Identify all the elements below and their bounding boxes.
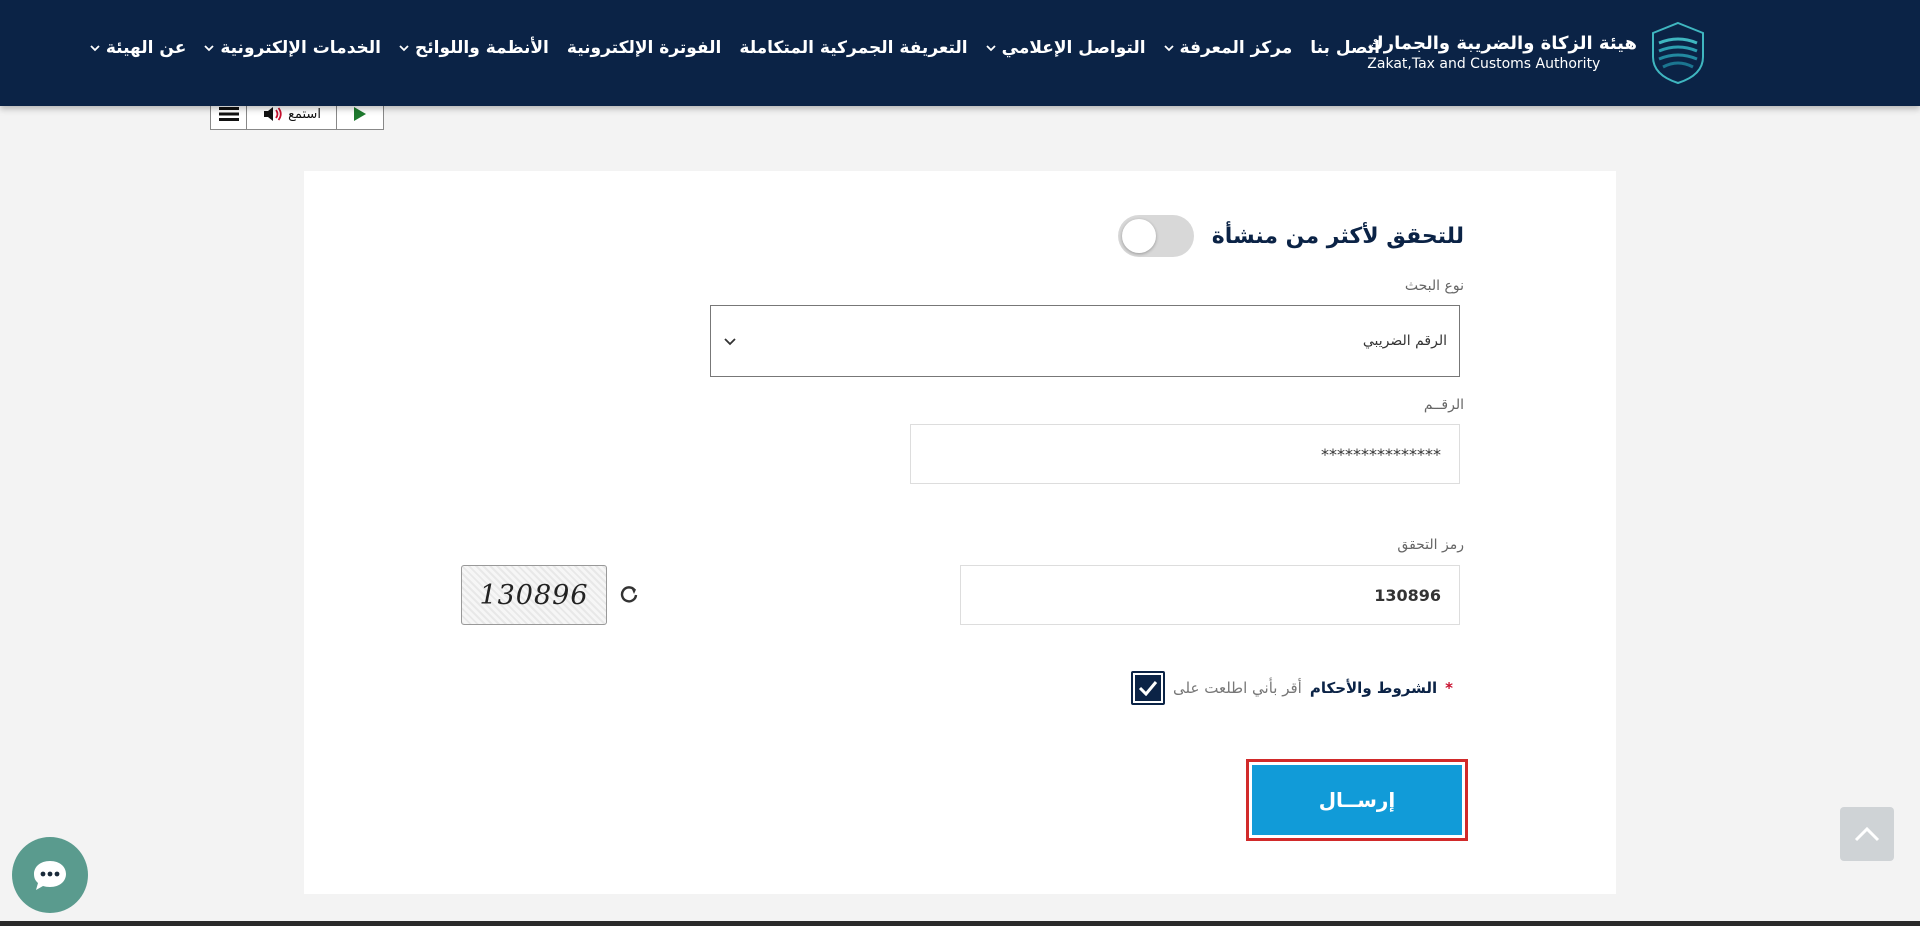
submit-button[interactable]: إرســال [1252, 765, 1462, 835]
speaker-icon [264, 107, 282, 121]
chevron-down-icon [1163, 45, 1174, 52]
search-type-value: الرقم الضريبي [1362, 333, 1447, 349]
scroll-top-button[interactable] [1840, 807, 1894, 861]
nav-label: الفوترة الإلكترونية [566, 38, 722, 58]
bottom-strip [0, 921, 1920, 926]
checkmark-icon [1138, 681, 1158, 696]
nav-e-invoicing[interactable]: الفوترة الإلكترونية [567, 38, 722, 58]
logo-text: هيئة الزكاة والضريبة والجمارك Zakat,Tax … [1367, 33, 1637, 73]
main-nav: عن الهيئة الخدمات الإلكترونية الأنظمة وا… [90, 38, 1380, 58]
search-type-label: نوع البحث [1404, 278, 1464, 294]
captcha-image: 130896 [461, 565, 607, 625]
verification-card: للتحقق لأكثر من منشأة نوع البحث الرقم ال… [304, 171, 1616, 894]
nav-e-services[interactable]: الخدمات الإلكترونية [204, 38, 381, 58]
chevron-up-icon [1854, 826, 1880, 842]
hamburger-icon [218, 107, 239, 121]
nav-customs-tariff[interactable]: التعريفة الجمركية المتكاملة [739, 38, 967, 58]
search-type-select[interactable]: الرقم الضريبي [710, 305, 1460, 377]
site-header: هيئة الزكاة والضريبة والجمارك Zakat,Tax … [0, 0, 1920, 106]
nav-label: اتصل بنا [1310, 38, 1380, 58]
play-icon [354, 107, 366, 121]
nav-label: الأنظمة واللوائح [414, 38, 549, 58]
terms-checkbox[interactable] [1131, 671, 1166, 705]
toggle-knob [1121, 219, 1156, 253]
chat-bubble-icon [34, 861, 66, 890]
chevron-down-icon [399, 45, 409, 52]
terms-link[interactable]: الشروط والأحكام [1310, 679, 1437, 697]
nav-label: مركز المعرفة [1179, 38, 1293, 58]
zatca-logo-icon [1652, 21, 1704, 85]
required-marker: * [1445, 679, 1453, 697]
nav-label: الخدمات الإلكترونية [220, 38, 381, 58]
nav-about[interactable]: عن الهيئة [90, 38, 186, 58]
nav-media[interactable]: التواصل الإعلامي [986, 38, 1146, 58]
captcha-input[interactable] [960, 565, 1460, 625]
multi-entity-toggle-label: للتحقق لأكثر من منشأة [1211, 223, 1464, 249]
logo-arabic: هيئة الزكاة والضريبة والجمارك [1367, 33, 1637, 54]
nav-label: التواصل الإعلامي [1001, 38, 1146, 58]
chevron-down-icon [204, 45, 214, 52]
nav-label: التعريفة الجمركية المتكاملة [739, 38, 968, 58]
nav-label: عن الهيئة [105, 38, 187, 58]
terms-prefix: أقر بأني اطلعت على [1173, 679, 1302, 697]
submit-highlight: إرســال [1246, 759, 1468, 841]
terms-row: أقر بأني اطلعت على الشروط والأحكام * [1131, 671, 1453, 705]
chevron-down-icon [986, 45, 996, 52]
multi-entity-toggle-row: للتحقق لأكثر من منشأة [1117, 215, 1464, 257]
chevron-down-icon [724, 338, 736, 346]
checkbox-fill [1135, 675, 1162, 701]
chat-button[interactable] [12, 837, 88, 913]
logo-english: Zakat,Tax and Customs Authority [1367, 56, 1601, 72]
nav-contact[interactable]: اتصل بنا [1310, 38, 1380, 58]
captcha-label: رمز التحقق [1397, 537, 1464, 553]
multi-entity-toggle[interactable] [1117, 215, 1194, 257]
logo[interactable]: هيئة الزكاة والضريبة والجمارك Zakat,Tax … [1367, 18, 1707, 88]
number-label: الرقــم [1423, 397, 1464, 413]
listen-label: استمع [288, 106, 321, 122]
number-input[interactable] [910, 424, 1460, 484]
captcha-image-text: 130896 [479, 579, 589, 611]
nav-regulations[interactable]: الأنظمة واللوائح [399, 38, 549, 58]
chevron-down-icon [90, 45, 100, 52]
nav-knowledge-center[interactable]: مركز المعرفة [1163, 38, 1293, 58]
refresh-icon[interactable] [618, 583, 640, 605]
